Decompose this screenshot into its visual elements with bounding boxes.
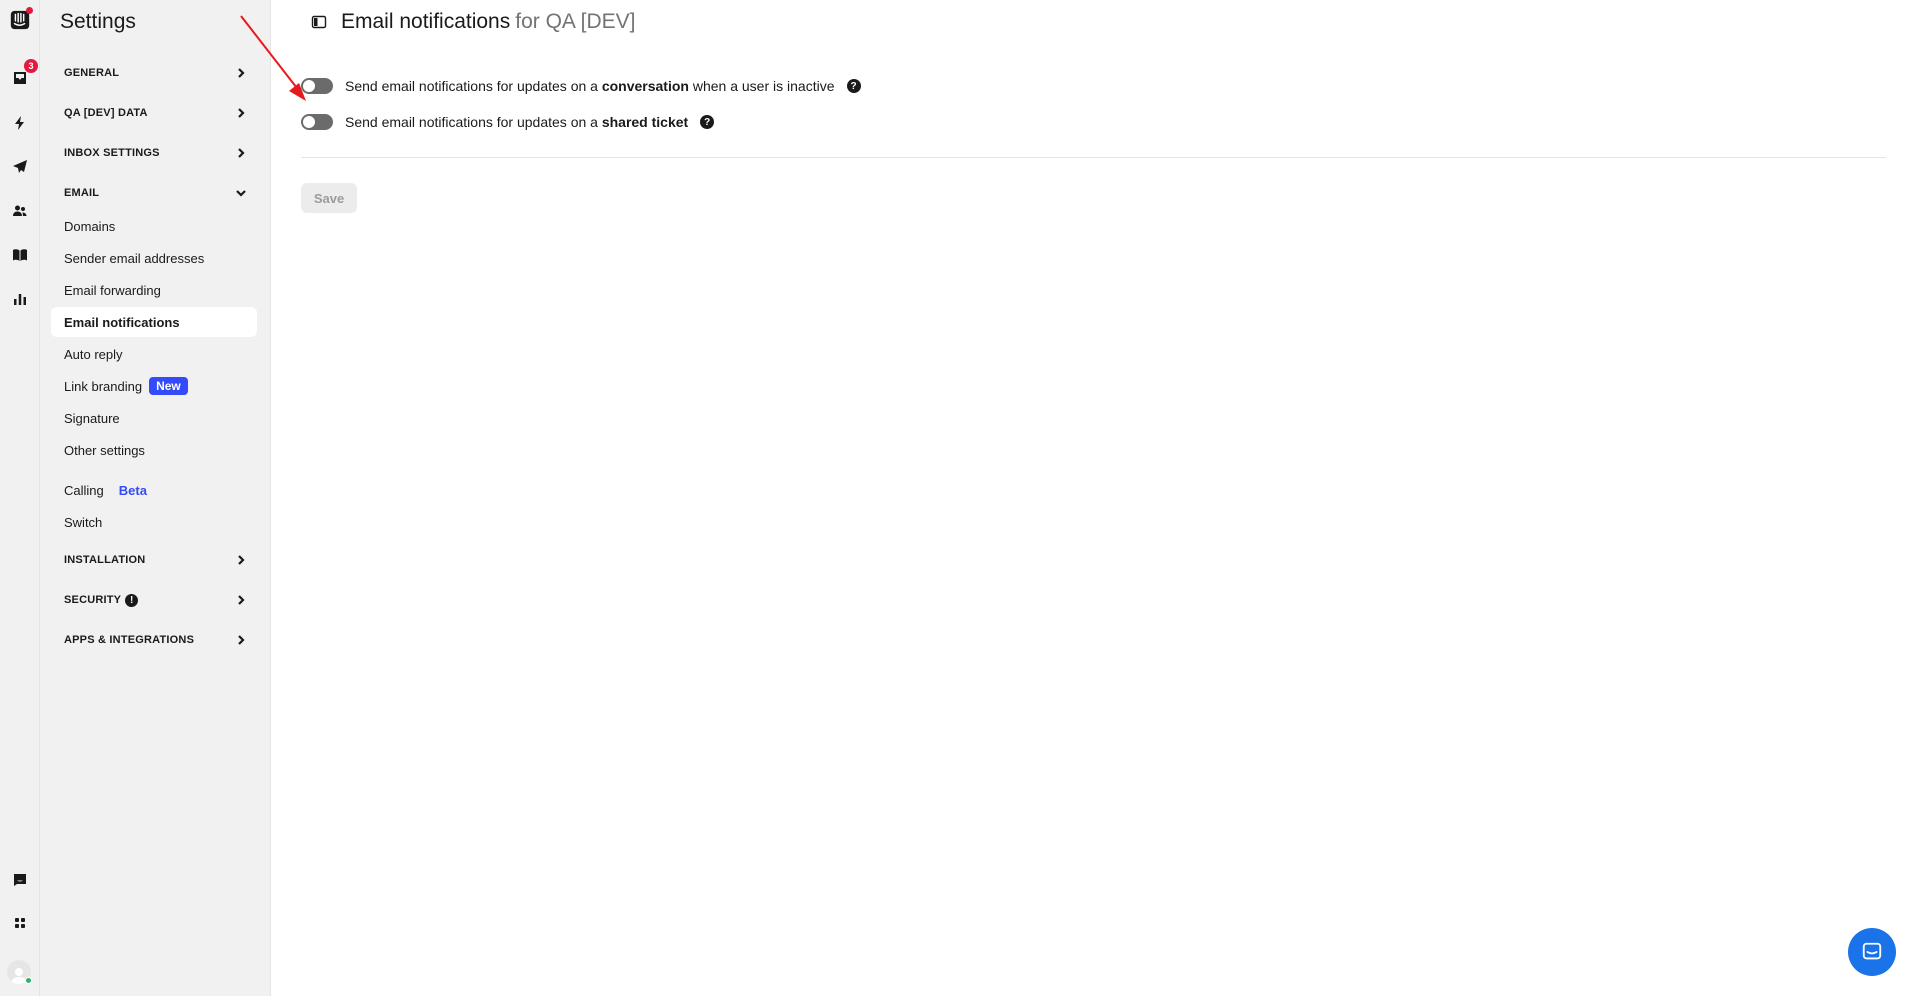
chevron-right-icon: [236, 68, 246, 78]
sidebar-item-label: Email notifications: [64, 314, 180, 330]
option-text-bold: conversation: [601, 78, 689, 94]
section-email-label: EMAIL: [64, 187, 100, 199]
sidebar-item-label: Link branding: [64, 378, 143, 394]
send-icon[interactable]: [8, 155, 32, 179]
inbox-count-badge: 3: [24, 59, 38, 73]
page-title: Email notifications: [341, 10, 511, 33]
chevron-right-icon: [236, 635, 246, 645]
sidebar-item-domains[interactable]: Domains: [51, 211, 257, 241]
contacts-icon[interactable]: [8, 199, 32, 223]
section-security-label: SECURITY: [64, 594, 122, 606]
section-general[interactable]: GENERAL: [64, 58, 246, 88]
option-text-prefix: Send email notifications for updates on …: [345, 78, 602, 94]
section-installation-label: INSTALLATION: [64, 554, 146, 566]
sidebar-item-email-notifications[interactable]: Email notifications: [51, 307, 257, 337]
sidebar-item-link-branding[interactable]: Link branding New: [51, 371, 257, 401]
notification-dot: [26, 7, 33, 14]
chevron-right-icon: [236, 555, 246, 565]
inbox-icon[interactable]: 3: [8, 59, 38, 90]
section-apps-label: APPS & INTEGRATIONS: [64, 634, 195, 646]
chevron-right-icon: [236, 595, 246, 605]
sidebar-item-label: Signature: [64, 410, 120, 426]
sidebar-item-email-forwarding[interactable]: Email forwarding: [51, 275, 257, 305]
option-shared-ticket: Send email notifications for updates on …: [301, 114, 715, 130]
sidebar-title: Settings: [60, 10, 136, 33]
help-icon[interactable]: ?: [700, 115, 715, 129]
help-icon[interactable]: ?: [846, 79, 861, 93]
apps-grid-icon[interactable]: [8, 911, 32, 935]
section-email[interactable]: EMAIL: [64, 178, 246, 208]
sidebar-item-label: Switch: [64, 514, 103, 530]
shared-ticket-notification-toggle[interactable]: [301, 114, 333, 130]
online-status-dot: [25, 977, 32, 984]
reports-icon[interactable]: [8, 287, 32, 311]
sidebar-item-calling[interactable]: Calling Beta: [51, 475, 257, 505]
sidebar-item-sender-email-addresses[interactable]: Sender email addresses: [51, 243, 257, 273]
sidebar-item-other-settings[interactable]: Other settings: [51, 435, 257, 465]
section-qa-data-label: QA [DEV] DATA: [64, 107, 148, 119]
section-general-label: GENERAL: [64, 67, 120, 79]
chevron-right-icon: [236, 148, 246, 158]
sidebar-item-label: Email forwarding: [64, 282, 161, 298]
conversation-notification-toggle[interactable]: [301, 78, 333, 94]
toggle-sidebar-icon[interactable]: [311, 14, 327, 30]
option-text-prefix: Send email notifications for updates on …: [345, 114, 602, 130]
sidebar-item-label: Auto reply: [64, 346, 123, 362]
sidebar-item-signature[interactable]: Signature: [51, 403, 257, 433]
intercom-logo-icon[interactable]: [8, 7, 33, 32]
lightning-icon[interactable]: [8, 111, 32, 135]
section-inbox-settings-label: INBOX SETTINGS: [64, 147, 160, 159]
sidebar-item-label: Other settings: [64, 442, 145, 458]
sidebar-item-label: Domains: [64, 218, 116, 234]
sidebar-item-switch[interactable]: Switch: [51, 507, 257, 537]
divider: [301, 157, 1886, 158]
section-inbox-settings[interactable]: INBOX SETTINGS: [64, 138, 246, 168]
chevron-down-icon: [236, 188, 246, 198]
sidebar-item-label: Sender email addresses: [64, 250, 205, 266]
book-icon[interactable]: [8, 243, 32, 267]
new-badge: New: [149, 377, 188, 395]
alert-icon: !: [125, 593, 139, 607]
messenger-launcher[interactable]: [1848, 928, 1896, 976]
settings-sidebar: Settings GENERAL QA [DEV] DATA INBOX SET…: [40, 0, 271, 996]
section-installation[interactable]: INSTALLATION: [64, 545, 246, 575]
chat-icon[interactable]: [8, 868, 32, 892]
sidebar-item-auto-reply[interactable]: Auto reply: [51, 339, 257, 369]
page-subtitle: for QA [DEV]: [515, 10, 636, 33]
main-content: Email notifications for QA [DEV] Send em…: [271, 0, 1916, 996]
beta-badge: Beta: [118, 482, 147, 498]
section-qa-data[interactable]: QA [DEV] DATA: [64, 98, 246, 128]
option-conversation: Send email notifications for updates on …: [301, 78, 861, 94]
option-text: Send email notifications for updates on …: [345, 114, 688, 130]
nav-rail: 3: [0, 0, 40, 996]
option-text-suffix: when a user is inactive: [688, 78, 835, 94]
sidebar-item-label: Calling: [64, 482, 104, 498]
section-security[interactable]: SECURITY !: [64, 585, 246, 615]
chevron-right-icon: [236, 108, 246, 118]
page-header: Email notifications for QA [DEV]: [311, 10, 635, 34]
option-text: Send email notifications for updates on …: [345, 78, 835, 94]
save-button[interactable]: Save: [301, 183, 357, 213]
chat-bubble-icon: [1862, 942, 1882, 960]
section-apps-integrations[interactable]: APPS & INTEGRATIONS: [64, 625, 246, 655]
option-text-bold: shared ticket: [601, 114, 689, 130]
section-security-label-wrap: SECURITY !: [64, 593, 139, 607]
